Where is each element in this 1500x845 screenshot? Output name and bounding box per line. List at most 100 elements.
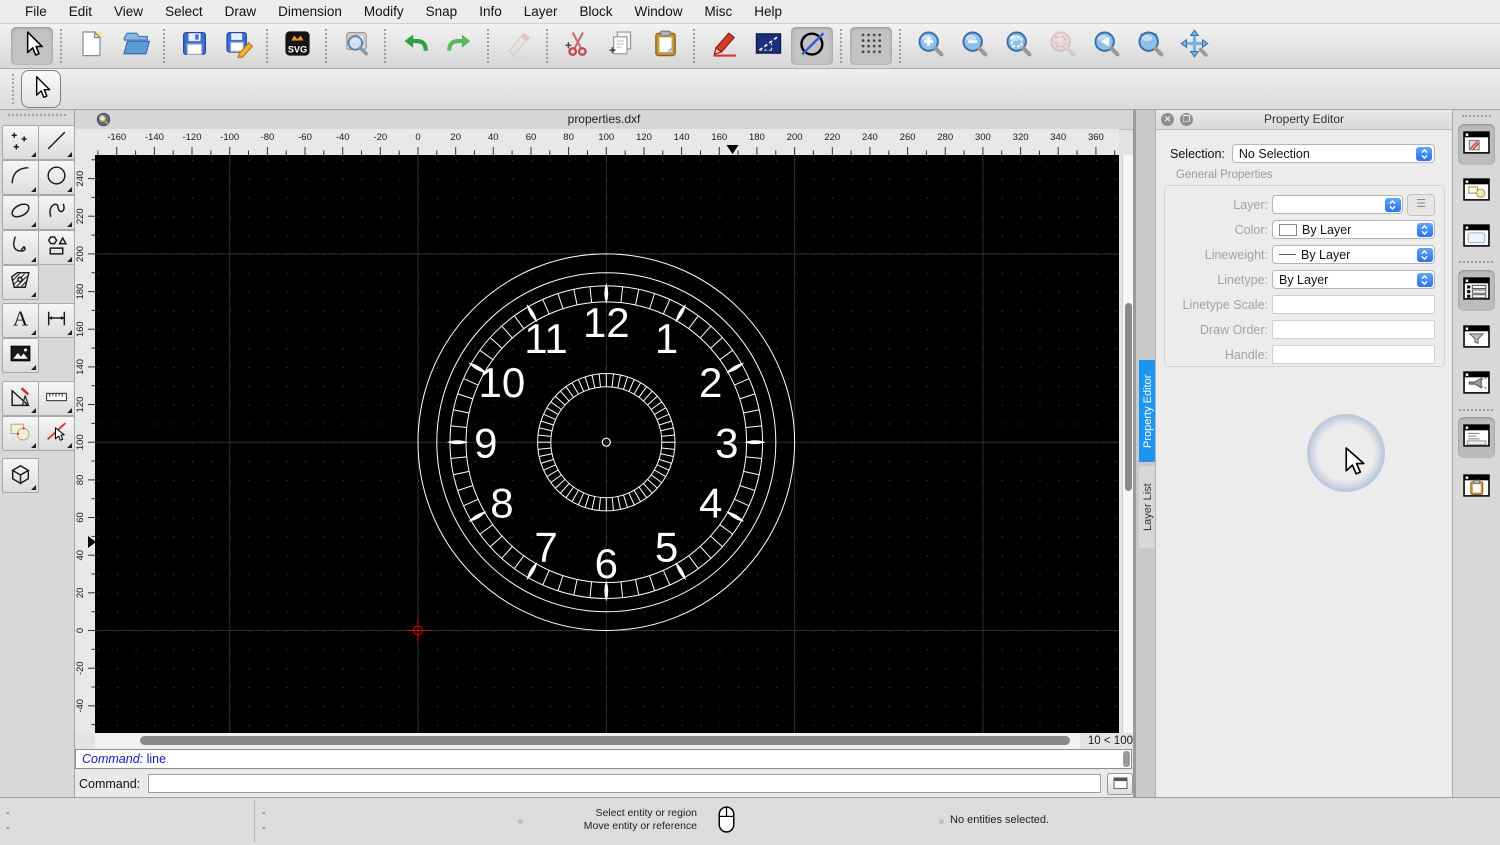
tool-modify-button[interactable] bbox=[38, 416, 75, 451]
menu-item-dimension[interactable]: Dimension bbox=[267, 0, 353, 23]
svg-text:160: 160 bbox=[75, 321, 86, 337]
tool-image-button[interactable] bbox=[2, 338, 39, 373]
undo-button[interactable] bbox=[394, 27, 436, 65]
tool-line-button[interactable] bbox=[38, 125, 75, 160]
menu-item-edit[interactable]: Edit bbox=[58, 0, 103, 23]
dock-drag-handle[interactable] bbox=[1462, 115, 1491, 121]
save-button[interactable] bbox=[173, 27, 215, 65]
menu-item-misc[interactable]: Misc bbox=[694, 0, 744, 23]
edit-pencil-icon bbox=[710, 29, 739, 63]
save-as-button[interactable] bbox=[217, 27, 259, 65]
current-tool-button[interactable] bbox=[21, 70, 61, 108]
tool-arc-button[interactable] bbox=[2, 160, 39, 195]
grid-toggle-button[interactable] bbox=[850, 27, 892, 65]
command-history[interactable]: Command: line bbox=[75, 749, 1132, 769]
clipboard-panel-button[interactable] bbox=[1458, 467, 1495, 508]
toolbar-separator bbox=[487, 29, 490, 63]
tool-options-panel-button[interactable] bbox=[1458, 364, 1495, 405]
draw-order-field[interactable] bbox=[1272, 320, 1435, 339]
svg-export-button[interactable]: SVG bbox=[276, 27, 318, 65]
paste-icon bbox=[651, 29, 680, 63]
menu-item-select[interactable]: Select bbox=[154, 0, 214, 23]
draw-order-row: Draw Order: bbox=[1165, 318, 1444, 341]
layer-menu-button[interactable]: ☰ bbox=[1407, 193, 1435, 216]
tool-hatch-button[interactable] bbox=[2, 265, 39, 300]
horizontal-scrollbar-thumb[interactable] bbox=[140, 736, 1070, 745]
pointer-button[interactable] bbox=[11, 27, 53, 65]
tool-spline-button[interactable] bbox=[38, 195, 75, 230]
selection-combobox[interactable]: No Selection bbox=[1231, 144, 1435, 163]
open-file-button[interactable] bbox=[114, 27, 156, 65]
tool-cad-tools-button[interactable] bbox=[2, 381, 39, 416]
svg-text:6: 6 bbox=[595, 540, 618, 587]
previous-view-button[interactable] bbox=[1085, 27, 1127, 65]
box3d-icon bbox=[8, 461, 33, 491]
command-history-toggle-button[interactable] bbox=[1107, 772, 1133, 795]
linetype-scale-field[interactable] bbox=[1272, 295, 1435, 314]
vertical-scrollbar-thumb[interactable] bbox=[1124, 303, 1132, 491]
layer-combobox[interactable] bbox=[1272, 195, 1403, 214]
paste-button[interactable] bbox=[644, 27, 686, 65]
edit-pencil-button[interactable] bbox=[703, 27, 745, 65]
drawing-canvas[interactable]: 1 2 3 4 5 6 7 8 9 10 11 12 bbox=[95, 155, 1119, 733]
svg-text:80: 80 bbox=[75, 475, 86, 486]
menu-item-modify[interactable]: Modify bbox=[353, 0, 415, 23]
command-history-scrollbar[interactable] bbox=[1123, 751, 1130, 767]
tool-shapes-button[interactable] bbox=[38, 230, 75, 265]
tool-boolean-button[interactable] bbox=[2, 416, 39, 451]
horizontal-scrollbar[interactable] bbox=[95, 733, 1080, 749]
block-list-panel-button[interactable] bbox=[1458, 171, 1495, 212]
tool-circle-button[interactable] bbox=[38, 160, 75, 195]
menu-item-help[interactable]: Help bbox=[743, 0, 793, 23]
print-preview-button[interactable] bbox=[335, 27, 377, 65]
menu-item-draw[interactable]: Draw bbox=[214, 0, 268, 23]
menu-item-file[interactable]: File bbox=[14, 0, 58, 23]
menu-item-block[interactable]: Block bbox=[569, 0, 624, 23]
svg-text:A: A bbox=[13, 306, 28, 330]
menu-item-view[interactable]: View bbox=[103, 0, 154, 23]
command-input[interactable] bbox=[148, 774, 1102, 793]
tool-points-button[interactable] bbox=[2, 125, 39, 160]
handle-field[interactable] bbox=[1272, 345, 1435, 364]
zoom-out-button[interactable] bbox=[953, 27, 995, 65]
tool-polyline-button[interactable] bbox=[2, 230, 39, 265]
new-file-button[interactable] bbox=[70, 27, 112, 65]
zoom-window-button[interactable] bbox=[1129, 27, 1171, 65]
undo-icon bbox=[401, 29, 430, 63]
cut-button[interactable] bbox=[556, 27, 598, 65]
palette-drag-handle[interactable] bbox=[8, 114, 66, 120]
copy-button[interactable] bbox=[600, 27, 642, 65]
tool-ellipse-button[interactable] bbox=[2, 195, 39, 230]
line-preview-button[interactable] bbox=[747, 27, 789, 65]
auto-zoom-button[interactable] bbox=[997, 27, 1039, 65]
library-browser-panel-button[interactable] bbox=[1458, 124, 1495, 165]
property-editor-panel-button[interactable] bbox=[1458, 270, 1495, 311]
toolbar-drag-handle[interactable] bbox=[12, 74, 15, 104]
command-history-panel-button[interactable] bbox=[1458, 417, 1495, 458]
redo-button[interactable] bbox=[438, 27, 480, 65]
zoom-in-button[interactable] bbox=[909, 27, 951, 65]
grid-toggle-icon bbox=[857, 29, 886, 63]
view-panel-button[interactable] bbox=[1458, 217, 1495, 258]
tool-dimension-button[interactable] bbox=[38, 303, 75, 338]
color-combobox[interactable]: By Layer bbox=[1272, 220, 1435, 239]
hatch-icon bbox=[8, 268, 33, 298]
toolbar-separator bbox=[693, 29, 696, 63]
lineweight-combobox[interactable]: By Layer bbox=[1272, 245, 1435, 264]
menu-item-info[interactable]: Info bbox=[468, 0, 513, 23]
draft-mode-button[interactable] bbox=[791, 27, 833, 65]
menu-item-window[interactable]: Window bbox=[624, 0, 694, 23]
right-dock bbox=[1452, 110, 1500, 797]
menu-item-snap[interactable]: Snap bbox=[415, 0, 469, 23]
linetype-combobox[interactable]: By Layer bbox=[1272, 270, 1435, 289]
tool-measure-button[interactable] bbox=[38, 381, 75, 416]
pan-button[interactable] bbox=[1173, 27, 1215, 65]
panel-titlebar[interactable]: ✕ ❐ Property Editor bbox=[1156, 110, 1452, 130]
tool-text-button[interactable]: A bbox=[2, 303, 39, 338]
toolbar-separator bbox=[60, 29, 63, 63]
selection-filter-panel-button[interactable] bbox=[1458, 318, 1495, 359]
menu-item-layer[interactable]: Layer bbox=[513, 0, 569, 23]
document-titlebar[interactable]: properties.dxf bbox=[75, 110, 1133, 130]
tool-box3d-button[interactable] bbox=[2, 458, 39, 493]
menubar: File Edit View Select Draw Dimension Modify Sna… bbox=[0, 0, 1500, 24]
